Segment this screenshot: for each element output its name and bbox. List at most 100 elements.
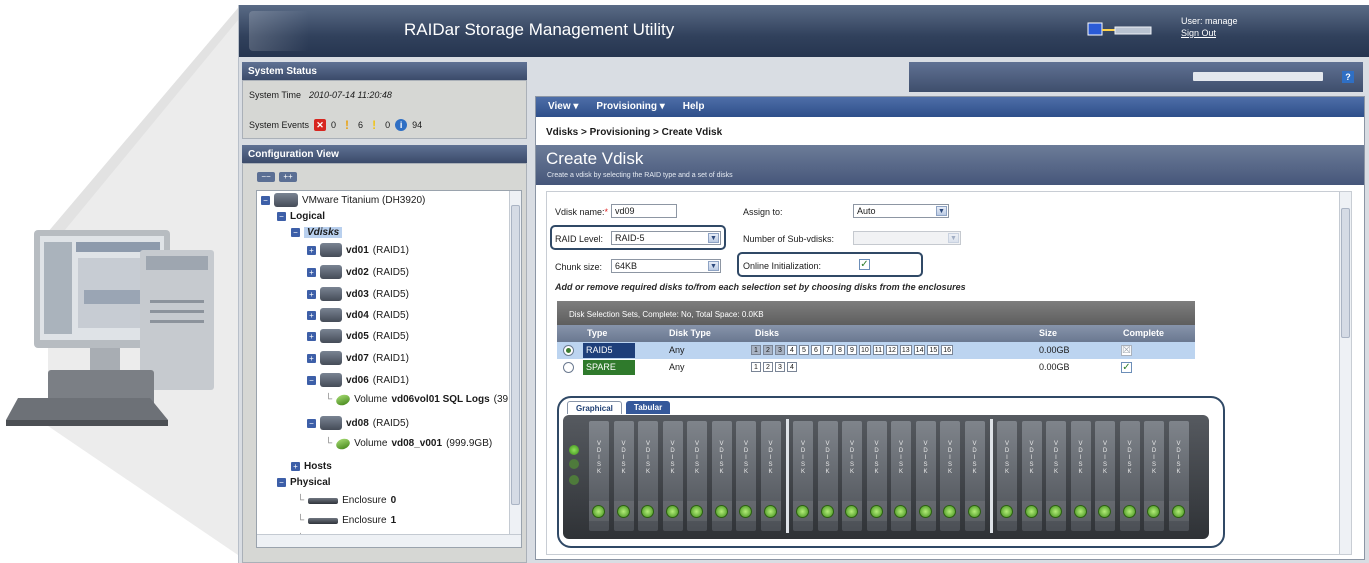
disk-box[interactable]: 6 [811,345,821,355]
chunk-size-select[interactable]: 64KB ▼ [611,259,721,273]
raid-level-select[interactable]: RAID-5 ▼ [611,231,721,245]
chevron-down-icon: ▼ [708,233,719,243]
error-icon[interactable]: ! [341,119,353,131]
row-radio[interactable] [563,362,574,373]
disk-box[interactable]: 13 [899,345,912,355]
table-row[interactable]: SPARE Any 1234 0.00GB ✓ [557,359,1195,376]
tree-vdisk-vd02[interactable]: + vd02 (RAID5) [307,265,409,279]
tree-toolbar: −− ++ [257,172,297,182]
disk-box[interactable]: 4 [787,362,797,372]
expand-icon[interactable]: − [291,228,300,237]
disk-box[interactable]: 7 [823,345,833,355]
tree-vertical-scrollbar[interactable] [509,191,521,535]
column-header: Size [1039,328,1058,338]
incomplete-icon: ☒ [1121,345,1132,356]
tree-vdisk-vd08[interactable]: − vd08 (RAID5) [307,416,409,430]
expand-icon[interactable]: + [307,331,316,341]
expand-icon[interactable]: − [307,375,316,385]
tree-physical[interactable]: − Physical [277,477,331,488]
disk-box[interactable]: 12 [886,345,898,355]
table-row[interactable]: RAID5 Any 1 2 3 4 5 6 7 8 9 10 11 12 13 14 15 16 0.00GB… [557,342,1195,359]
menu-provisioning[interactable]: Provisioning ▾ [596,101,664,113]
disk-box[interactable]: 2 [763,345,773,355]
menu-bar: View ▾ Provisioning ▾ Help [536,97,1364,117]
expand-icon[interactable]: − [277,478,286,487]
critical-icon[interactable]: ✕ [314,119,327,131]
instructions: Add or remove required disks to/from eac… [555,282,966,292]
assign-to-select[interactable]: Auto ▼ [853,204,949,218]
computer-illustration [6,8,238,555]
disk-box[interactable]: 3 [775,362,785,372]
disk-box[interactable]: 1 [751,345,761,355]
tree-enclosure-1[interactable]: └ Enclosure 1 [297,515,396,526]
expand-icon[interactable]: + [307,310,316,320]
disk-box[interactable]: 10 [859,345,871,355]
menu-view[interactable]: View ▾ [548,101,578,113]
tree-volume-vd06vol01[interactable]: └ Volume vd06vol01 SQL Logs (39 [325,392,508,407]
expand-icon[interactable]: − [277,212,286,221]
disk-box[interactable]: 3 [775,345,785,355]
vdisk-raid: (RAID1) [372,352,409,364]
system-time-value: 2010-07-14 11:20:48 [309,90,392,100]
vdisk-name: vd01 [346,244,369,256]
enclosure-icon [308,497,339,504]
expand-icon[interactable]: + [291,462,300,471]
expand-all-button[interactable]: ++ [279,172,297,182]
help-icon[interactable]: ? [1342,71,1354,83]
scroll-thumb[interactable] [1341,208,1350,338]
volume-prefix: Volume [354,394,388,405]
disk-box[interactable]: 15 [927,345,940,355]
search-field[interactable] [1193,72,1323,81]
tree-vdisk-vd05[interactable]: + vd05 (RAID5) [307,329,409,343]
disk-boxes: 1234 [751,362,797,372]
collapse-all-button[interactable]: −− [257,172,275,182]
vdisk-icon [320,373,342,387]
tree-vdisk-vd01[interactable]: + vd01 (RAID1) [307,243,409,257]
expand-icon[interactable]: + [307,267,316,277]
tree-horizontal-scrollbar[interactable] [257,534,521,547]
disk-box[interactable]: 5 [799,345,809,355]
disk-box[interactable]: 14 [913,345,926,355]
enclosure-number: 1 [390,515,397,526]
system-status-panel: System Time 2010-07-14 11:20:48 System Ev… [242,80,527,139]
tree-volume-vd08-v001[interactable]: └ Volume vd08_v001 (999.9GB) [325,436,492,451]
scroll-thumb[interactable] [511,205,520,505]
chevron-down-icon: ▼ [936,206,947,216]
info-icon[interactable]: i [395,119,408,131]
sub-vdisks-select[interactable]: ▼ [853,231,961,245]
online-init-checkbox[interactable]: ✓ [859,259,870,270]
sign-out-link[interactable]: Sign Out [1181,28,1216,38]
disk-box[interactable]: 4 [787,345,797,355]
tree-hosts[interactable]: + Hosts [291,461,332,472]
vdisk-icon [320,265,342,279]
disk-box[interactable]: 16 [941,345,954,355]
disk-box[interactable]: 8 [835,345,845,355]
disk-box[interactable]: 11 [872,345,885,355]
expand-icon[interactable]: + [307,245,316,255]
tree-vdisk-vd03[interactable]: + vd03 (RAID5) [307,287,409,301]
expand-icon[interactable]: + [307,353,316,363]
tree-vdisk-vd06[interactable]: − vd06 (RAID1) [307,373,409,387]
expand-icon[interactable]: − [307,418,316,428]
warning-icon[interactable]: ! [368,119,380,131]
expand-icon[interactable]: + [307,289,316,299]
disk-box[interactable]: 1 [751,362,761,372]
tree-vdisks[interactable]: − Vdisks [291,227,343,238]
row-radio[interactable] [563,345,574,356]
tree-vdisk-vd04[interactable]: + vd04 (RAID5) [307,308,409,322]
user-label: User: manage [1181,16,1238,26]
tree-root[interactable]: − VMware Titanium (DH3920) [261,193,425,207]
menu-help[interactable]: Help [683,101,705,113]
system-status-heading: System Status [242,62,527,80]
expand-icon[interactable]: − [261,195,270,205]
form-vertical-scrollbar[interactable] [1339,192,1351,554]
vdisk-raid: (RAID1) [372,374,409,386]
vdisk-icon [320,308,342,322]
disk-box[interactable]: 9 [847,345,857,355]
enclosure-prefix: Enclosure [342,515,387,526]
disk-box[interactable]: 2 [763,362,773,372]
tree-vdisk-vd07[interactable]: + vd07 (RAID1) [307,351,409,365]
vdisk-name-input[interactable]: vd09 [611,204,677,218]
tree-enclosure-0[interactable]: └ Enclosure 0 [297,495,396,506]
tree-logical[interactable]: − Logical [277,211,325,222]
